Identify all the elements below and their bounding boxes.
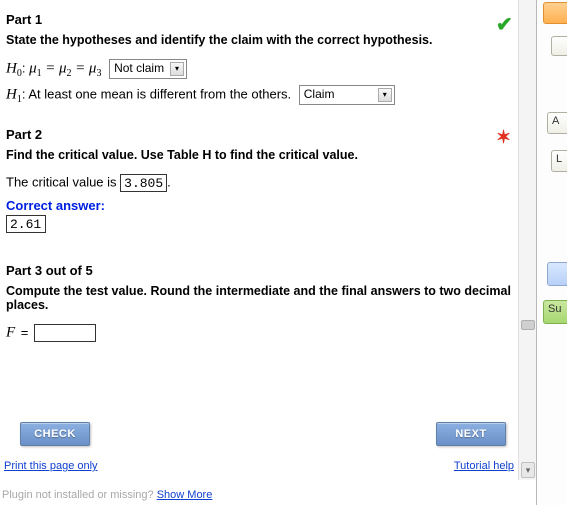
correct-answer-label: Correct answer: — [6, 198, 536, 213]
vertical-scrollbar[interactable]: ▾ — [518, 0, 536, 480]
rail-widget-Su[interactable]: Su — [543, 300, 567, 324]
h0-row: H0: μ1 = μ2 = μ3 Not claim ▾ — [6, 59, 536, 79]
h1-claim-value: Claim — [304, 87, 335, 101]
rail-widget-1[interactable] — [543, 2, 567, 24]
f-value-input[interactable] — [34, 324, 96, 342]
h1-row: H1: At least one mean is different from … — [6, 85, 536, 105]
eq2: = — [75, 60, 85, 76]
footer-links: Print this page only Tutorial help — [4, 460, 514, 472]
right-sidebar: A L Su — [536, 0, 567, 505]
f-eq: = — [21, 325, 29, 340]
h0-claim-value: Not claim — [114, 61, 164, 75]
rail-A-label: A — [552, 115, 559, 127]
part2-title: Part 2 — [6, 127, 536, 142]
f-value-row: F = — [6, 324, 536, 342]
part1-instruction: State the hypotheses and identify the cl… — [6, 33, 536, 47]
eq1: = — [45, 60, 55, 76]
part1-section: ✔ Part 1 State the hypotheses and identi… — [6, 12, 536, 105]
incorrect-cross-icon: ✶ — [496, 127, 511, 148]
part1-title: Part 1 — [6, 12, 536, 27]
next-button[interactable]: NEXT — [436, 422, 506, 446]
h0-colon: : — [22, 60, 26, 75]
h0-H: H — [6, 60, 17, 76]
h1-H: H — [6, 86, 17, 102]
plugin-text: Plugin not installed or missing? — [2, 489, 157, 501]
correct-answer-box: 2.61 — [6, 215, 46, 233]
crit-period: . — [167, 175, 171, 190]
mu2-sub: 2 — [67, 68, 72, 79]
crit-label: The critical value is — [6, 175, 120, 190]
part3-section: Part 3 out of 5 Compute the test value. … — [6, 263, 536, 342]
print-link[interactable]: Print this page only — [4, 460, 98, 472]
h1-text: : At least one mean is different from th… — [22, 86, 291, 101]
check-button[interactable]: CHECK — [20, 422, 90, 446]
rail-L-label: L — [556, 153, 562, 165]
mu2: μ — [59, 60, 67, 76]
crit-value-row: The critical value is 3.805. — [6, 174, 536, 192]
rail-widget-L[interactable]: L — [551, 150, 567, 172]
h1-claim-select[interactable]: Claim ▾ — [299, 85, 395, 105]
tutorial-help-link[interactable]: Tutorial help — [454, 460, 514, 472]
scrollbar-down-arrow-icon[interactable]: ▾ — [521, 462, 535, 478]
part3-title: Part 3 out of 5 — [6, 263, 536, 278]
show-more-link[interactable]: Show More — [157, 489, 213, 501]
correct-answer-row: 2.61 — [6, 215, 536, 233]
rail-Su-label: Su — [548, 303, 561, 315]
mu3-sub: 3 — [96, 68, 101, 79]
dropdown-arrow-icon: ▾ — [170, 62, 184, 76]
rail-widget-A[interactable]: A — [547, 112, 567, 134]
f-symbol: F — [6, 325, 15, 341]
correct-check-icon: ✔ — [496, 12, 513, 37]
part2-instruction: Find the critical value. Use Table H to … — [6, 148, 536, 162]
rail-widget-3[interactable] — [547, 262, 567, 286]
rail-widget-2[interactable] — [551, 36, 567, 56]
mu1: μ — [29, 60, 37, 76]
scrollbar-thumb[interactable] — [521, 320, 535, 330]
crit-value-input[interactable]: 3.805 — [120, 174, 167, 192]
dropdown-arrow-icon: ▾ — [378, 88, 392, 102]
part3-instruction: Compute the test value. Round the interm… — [6, 284, 536, 312]
part2-section: ✶ Part 2 Find the critical value. Use Ta… — [6, 127, 536, 233]
mu1-sub: 1 — [37, 68, 42, 79]
h0-claim-select[interactable]: Not claim ▾ — [109, 59, 187, 79]
question-panel: ✔ Part 1 State the hypotheses and identi… — [0, 0, 536, 505]
plugin-notice: Plugin not installed or missing? Show Mo… — [2, 489, 212, 501]
